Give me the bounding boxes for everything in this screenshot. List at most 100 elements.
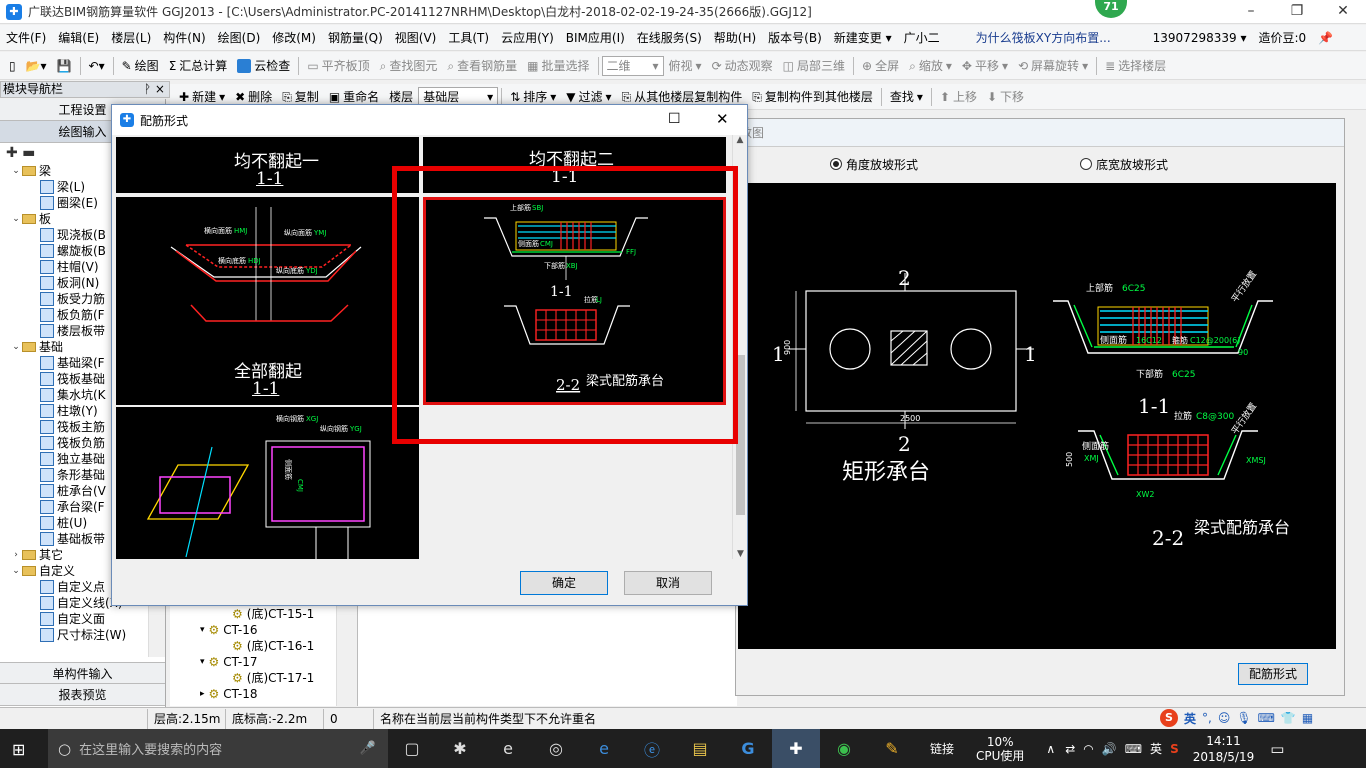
chevron-right-icon[interactable]: › bbox=[10, 547, 22, 563]
save-icon[interactable]: 💾 bbox=[52, 53, 77, 79]
tree-item[interactable]: 自定义面 bbox=[0, 611, 148, 627]
view-mode-select[interactable]: 二维 ▾ bbox=[601, 55, 664, 76]
cancel-button[interactable]: 取消 bbox=[624, 571, 712, 595]
menu-bim[interactable]: BIM应用(I) bbox=[560, 25, 631, 51]
move-up-button[interactable]: ⬆ 上移 bbox=[935, 84, 982, 110]
select-floor-button[interactable]: ≣ 选择楼层 bbox=[1100, 53, 1171, 79]
find-button[interactable]: 查找 ▾ bbox=[885, 84, 928, 110]
windows-start-icon[interactable]: ⊞ bbox=[12, 740, 25, 759]
local-3d-button[interactable]: ◫ 局部三维 bbox=[778, 53, 850, 79]
menu-rebar[interactable]: 钢筋量(Q) bbox=[322, 25, 389, 51]
menu-tools[interactable]: 工具(T) bbox=[442, 25, 495, 51]
notes-app-icon[interactable]: ✎ bbox=[868, 729, 916, 768]
cloud-check-button[interactable]: 云检查 bbox=[232, 53, 295, 79]
list-item[interactable]: ▾ ⚙ CT-16 bbox=[170, 622, 353, 638]
ok-button[interactable]: 确定 bbox=[520, 571, 608, 595]
open-file-icon[interactable]: 📂▾ bbox=[21, 53, 52, 79]
menu-cloud[interactable]: 云应用(Y) bbox=[495, 25, 560, 51]
menu-online[interactable]: 在线服务(S) bbox=[631, 25, 708, 51]
form-option-no-bend-2[interactable]: 均不翻起二 1-1 bbox=[423, 137, 726, 193]
menu-modify[interactable]: 修改(M) bbox=[266, 25, 322, 51]
file-explorer-icon[interactable]: ▤ bbox=[676, 729, 724, 768]
notification-icon[interactable]: ▭ bbox=[1270, 740, 1284, 758]
ie-blue-icon[interactable]: ⓔ bbox=[628, 729, 676, 768]
clock[interactable]: 14:11 2018/5/19 bbox=[1193, 733, 1255, 765]
angle-slope-radio[interactable]: 角度放坡形式 bbox=[830, 156, 918, 173]
form-option-no-bend-1[interactable]: 均不翻起一 1-1 bbox=[116, 137, 419, 193]
tray-chevron-up-icon[interactable]: ∧ bbox=[1046, 742, 1055, 756]
pin-nav-icon[interactable]: ᚹ × bbox=[144, 82, 169, 97]
ggj-active-icon[interactable]: ✚ bbox=[772, 729, 820, 768]
task-view-icon[interactable]: ▢ bbox=[388, 729, 436, 768]
flat-slab-top-button[interactable]: ▭ 平齐板顶 bbox=[302, 53, 374, 79]
sum-calc-button[interactable]: Σ 汇总计算 bbox=[164, 53, 233, 79]
dynamic-view-button[interactable]: ⟳ 动态观察 bbox=[707, 53, 778, 79]
promo-link[interactable]: 为什么筏板XY方向布置... bbox=[970, 25, 1117, 51]
list-item[interactable]: ⚙ (底)CT-17-1 bbox=[170, 670, 353, 686]
pin-icon[interactable]: 📌 bbox=[1312, 25, 1339, 51]
width-slope-radio[interactable]: 底宽放坡形式 bbox=[1080, 156, 1168, 173]
copy-to-floor-button[interactable]: ⎘ 复制构件到其他楼层 bbox=[747, 84, 878, 110]
edge-icon[interactable]: e bbox=[484, 729, 532, 768]
form-option-all-bend[interactable]: 横向面筋 HMJ 纵向面筋 YMJ 横向底筋 HDJ 纵向底筋 YDJ 全部翻起… bbox=[116, 197, 419, 405]
menu-new-change[interactable]: 新建变更 ▾ bbox=[828, 25, 898, 51]
restore-button[interactable]: ❐ bbox=[1274, 0, 1320, 24]
form-option-column-cap[interactable]: 横向钢筋 XGJ 纵向钢筋 YGJ 侧面筋 CMJ bbox=[116, 407, 419, 559]
top-view-button[interactable]: 俯视 ▾ bbox=[664, 53, 707, 79]
fullscreen-button[interactable]: ⊕ 全屏 bbox=[857, 53, 904, 79]
tab-single-component[interactable]: 单构件输入 bbox=[0, 662, 165, 684]
pan-button[interactable]: ✥ 平移 ▾ bbox=[957, 53, 1013, 79]
menu-version[interactable]: 版本号(B) bbox=[762, 25, 828, 51]
list-item[interactable]: ▸ ⚙ CT-18 bbox=[170, 686, 353, 702]
tree-item[interactable]: 尺寸标注(W) bbox=[0, 627, 148, 643]
sogou-tray-icon[interactable]: S bbox=[1170, 742, 1179, 756]
menu-draw[interactable]: 绘图(D) bbox=[212, 25, 267, 51]
batch-select-button[interactable]: ▦ 批量选择 bbox=[522, 53, 594, 79]
form-option-beam-cap[interactable]: 上部筋 SBJ 侧面筋 CMJ 下部筋 XBJ FFJ 1-1 拉筋 LJ 2-… bbox=[423, 197, 726, 405]
find-element-button[interactable]: ⌕ 查找图元 bbox=[375, 53, 443, 79]
menu-component[interactable]: 构件(N) bbox=[157, 25, 211, 51]
menu-view[interactable]: 视图(V) bbox=[389, 25, 443, 51]
volume-icon[interactable]: 🔊 bbox=[1102, 742, 1117, 756]
new-file-icon[interactable]: ▯ bbox=[4, 53, 21, 79]
taskbar-search-box[interactable]: ○ 在这里输入要搜索的内容 🎤 bbox=[48, 729, 388, 768]
undo-icon[interactable]: ↶▾ bbox=[84, 53, 110, 79]
dialog-close-button[interactable]: ✕ bbox=[716, 110, 729, 128]
chevron-down-icon[interactable]: ▼ bbox=[733, 549, 748, 559]
fan-app-icon[interactable]: ✱ bbox=[436, 729, 484, 768]
green-app-icon[interactable]: ◉ bbox=[820, 729, 868, 768]
list-item[interactable]: ⚙ (底)CT-16-1 bbox=[170, 638, 353, 654]
scrollbar-thumb[interactable] bbox=[736, 355, 745, 515]
move-down-button[interactable]: ⬇ 下移 bbox=[982, 84, 1029, 110]
chevron-down-icon[interactable]: ⌄ bbox=[10, 211, 22, 227]
menu-edit[interactable]: 编辑(E) bbox=[52, 25, 105, 51]
menu-floor[interactable]: 楼层(L) bbox=[105, 25, 157, 51]
menu-help[interactable]: 帮助(H) bbox=[708, 25, 762, 51]
price-beans[interactable]: 造价豆:0 bbox=[1252, 25, 1312, 51]
menu-guangxiaoer[interactable]: 广小二 bbox=[898, 25, 946, 51]
menu-file[interactable]: 文件(F) bbox=[0, 25, 52, 51]
close-button[interactable]: ✕ bbox=[1320, 0, 1366, 24]
wifi-icon[interactable]: ◠ bbox=[1083, 742, 1093, 756]
minimize-button[interactable]: – bbox=[1228, 0, 1274, 24]
view-rebar-button[interactable]: ⌕ 查看钢筋量 bbox=[442, 53, 522, 79]
rotate-button[interactable]: ⟲ 屏幕旋转 ▾ bbox=[1013, 53, 1093, 79]
list-scrollbar[interactable] bbox=[336, 606, 353, 706]
list-item[interactable]: ▾ ⚙ CT-17 bbox=[170, 654, 353, 670]
score-badge[interactable]: 71 bbox=[1095, 0, 1127, 18]
chevron-down-icon[interactable]: ⌄ bbox=[10, 563, 22, 579]
chevron-up-icon[interactable]: ▲ bbox=[733, 135, 747, 145]
glodon-g-icon[interactable]: G bbox=[724, 729, 772, 768]
chevron-down-icon[interactable]: ⌄ bbox=[10, 339, 22, 355]
gallery-scrollbar[interactable]: ▲ ▼ bbox=[732, 135, 747, 559]
links-toolbar[interactable]: 链接 bbox=[930, 740, 954, 757]
list-item[interactable]: ⚙ (底)CT-15-1 bbox=[170, 606, 353, 622]
spiral-app-icon[interactable]: ◎ bbox=[532, 729, 580, 768]
network-icon[interactable]: ⇄ bbox=[1065, 742, 1075, 756]
keyboard-tray-icon[interactable]: ⌨ bbox=[1125, 742, 1142, 756]
rebar-form-button[interactable]: 配筋形式 bbox=[1238, 663, 1308, 685]
tab-report-preview[interactable]: 报表预览 bbox=[0, 684, 165, 706]
ime-toolbar[interactable]: S 英 °, ☺ 🎙 ⌨ 👕 ▦ bbox=[1160, 709, 1313, 727]
draw-button[interactable]: ✎ 绘图 bbox=[117, 53, 164, 79]
dialog-maximize-button[interactable]: ☐ bbox=[668, 111, 681, 127]
